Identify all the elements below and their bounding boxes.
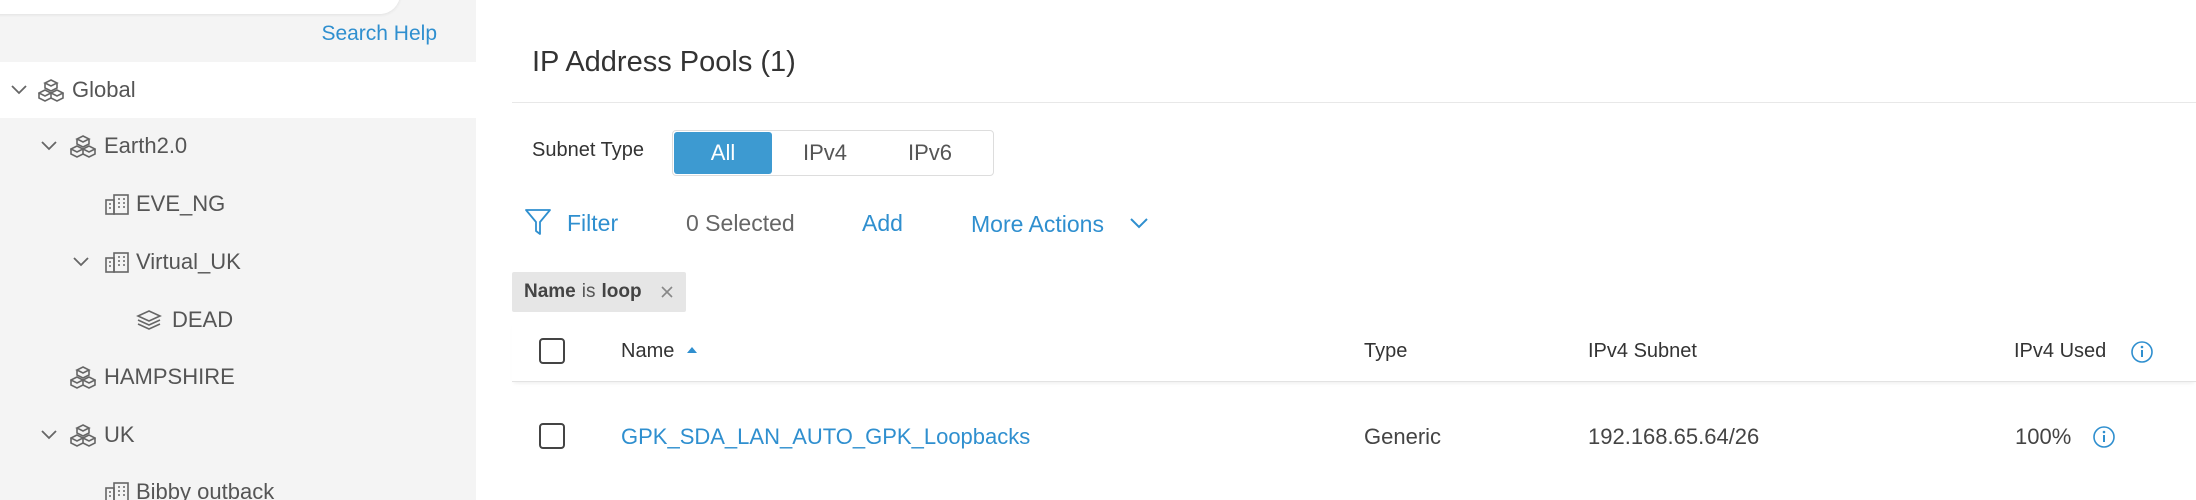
page-title: IP Address Pools (1) (532, 46, 796, 78)
tree-item-bibby-outback[interactable]: Bibby outback (0, 464, 476, 500)
pool-ipv4-used: 100% (2015, 424, 2072, 449)
floor-icon (136, 310, 162, 330)
table-toolbar: Filter 0 Selected Add More Actions (512, 205, 1412, 245)
chevron-down-icon[interactable] (1129, 215, 1149, 233)
area-icon (70, 424, 96, 447)
site-hierarchy-sidebar: Search Help Global Earth2.0 EVE_NG Virtu… (0, 0, 476, 500)
subnet-type-toggle: All IPv4 IPv6 (672, 130, 994, 176)
tree-item-earth2[interactable]: Earth2.0 (0, 118, 476, 174)
tree-item-label: HAMPSHIRE (104, 364, 235, 389)
selected-count: 0 Selected (686, 210, 795, 236)
more-actions-button[interactable]: More Actions (971, 211, 1104, 238)
filter-chip: Name is loop (512, 272, 686, 312)
search-help-link[interactable]: Search Help (321, 22, 437, 46)
subnet-type-label: Subnet Type (532, 139, 644, 161)
subnet-type-ipv4-button[interactable]: IPv4 (772, 131, 878, 175)
filter-icon[interactable] (524, 207, 552, 237)
column-header-name[interactable]: Name (621, 340, 674, 363)
column-header-ipv4-subnet[interactable]: IPv4 Subnet (1588, 340, 1697, 363)
subnet-type-ipv6-button[interactable]: IPv6 (878, 131, 982, 175)
table-row: GPK_SDA_LAN_AUTO_GPK_Loopbacks Generic 1… (512, 398, 2196, 478)
divider (512, 102, 2196, 103)
area-icon (70, 366, 96, 389)
table-header: Name Type IPv4 Subnet IPv4 Used (512, 322, 2196, 382)
tree-item-hampshire[interactable]: HAMPSHIRE (0, 349, 476, 405)
tree-item-label: DEAD (172, 307, 234, 332)
chevron-down-icon[interactable] (40, 426, 58, 444)
column-header-type[interactable]: Type (1364, 340, 1407, 363)
tree-item-label: UK (104, 422, 135, 447)
chevron-down-icon[interactable] (10, 81, 28, 99)
filter-chip-field: Name (524, 281, 576, 302)
subnet-type-all-button[interactable]: All (674, 132, 772, 174)
tree-item-label: Virtual_UK (136, 249, 241, 274)
app-root: Search Help Global Earth2.0 EVE_NG Virtu… (0, 0, 2196, 500)
building-icon (105, 194, 129, 215)
building-icon (105, 482, 129, 500)
filter-button[interactable]: Filter (567, 210, 618, 237)
tree-item-label: Earth2.0 (104, 133, 188, 158)
tree-item-virtual-uk[interactable]: Virtual_UK (0, 234, 476, 290)
tree-item-label: Bibby outback (136, 479, 275, 500)
tree-item-eve-ng[interactable]: EVE_NG (0, 176, 476, 232)
building-icon (105, 252, 129, 273)
filter-chip-value: loop (601, 281, 642, 302)
pool-name-link[interactable]: GPK_SDA_LAN_AUTO_GPK_Loopbacks (621, 424, 1030, 450)
tree-item-label: EVE_NG (136, 191, 226, 216)
main-panel: IP Address Pools (1) Subnet Type All IPv… (512, 0, 2196, 500)
pool-type: Generic (1364, 424, 1442, 449)
tree-item-global[interactable]: Global (0, 62, 476, 118)
globe-sites-icon (38, 79, 64, 102)
filter-chip-operator: is (581, 281, 596, 302)
tree-item-uk[interactable]: UK (0, 407, 476, 463)
info-icon[interactable] (2130, 340, 2154, 364)
chevron-down-icon[interactable] (72, 253, 90, 271)
add-button[interactable]: Add (862, 210, 903, 237)
row-checkbox[interactable] (539, 423, 565, 449)
chevron-down-icon[interactable] (40, 137, 58, 155)
sort-ascending-icon[interactable] (686, 346, 698, 354)
tree-item-label: Global (72, 77, 136, 102)
pool-ipv4-subnet: 192.168.65.64/26 (1588, 424, 1760, 449)
column-header-ipv4-used[interactable]: IPv4 Used (2014, 340, 2106, 363)
site-search-input[interactable] (0, 0, 400, 14)
info-icon[interactable] (2092, 425, 2116, 449)
area-icon (70, 135, 96, 158)
tree-item-dead[interactable]: DEAD (0, 292, 476, 348)
close-icon[interactable] (660, 285, 674, 299)
select-all-checkbox[interactable] (539, 338, 565, 364)
